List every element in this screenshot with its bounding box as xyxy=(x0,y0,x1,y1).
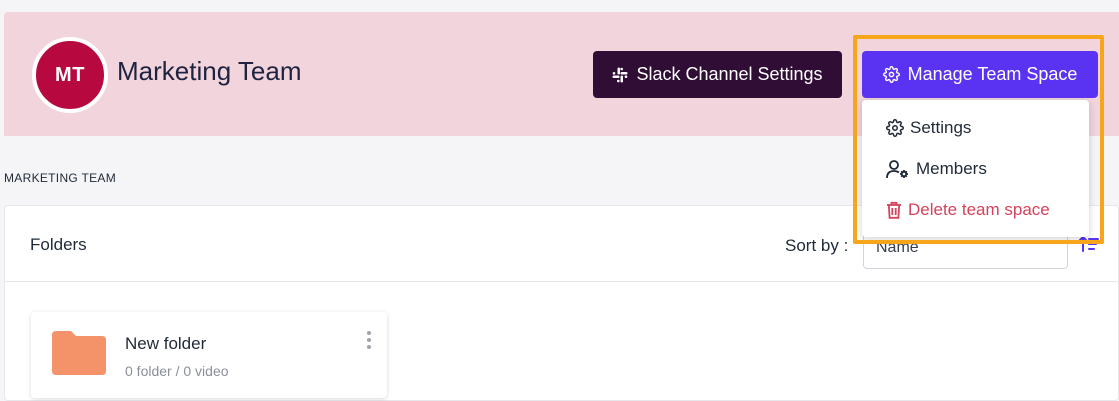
sort-select-value: Name xyxy=(876,239,919,256)
manage-team-space-menu: Settings Members Delete team space xyxy=(862,100,1089,237)
user-gear-icon xyxy=(886,160,908,179)
trash-icon xyxy=(887,201,901,219)
folder-name: New folder xyxy=(125,334,207,353)
menu-item-settings[interactable]: Settings xyxy=(886,118,971,138)
menu-item-label: Delete team space xyxy=(908,200,1050,219)
team-avatar: MT xyxy=(32,37,108,113)
sort-label: Sort by : xyxy=(785,236,849,255)
avatar-initials: MT xyxy=(55,63,85,86)
page-title: Marketing Team xyxy=(117,56,302,86)
folder-icon xyxy=(52,331,106,375)
slack-channel-settings-button[interactable]: Slack Channel Settings xyxy=(593,51,842,98)
menu-item-label: Settings xyxy=(910,118,972,137)
menu-item-members[interactable]: Members xyxy=(886,159,987,179)
manage-button-label: Manage Team Space xyxy=(907,64,1078,84)
manage-team-space-button[interactable]: Manage Team Space xyxy=(862,51,1098,98)
menu-item-label: Members xyxy=(916,159,987,178)
slack-icon xyxy=(612,67,628,82)
breadcrumb: MARKETING TEAM xyxy=(4,171,116,185)
gear-icon xyxy=(882,66,900,83)
gear-icon xyxy=(886,119,904,137)
folder-meta: 0 folder / 0 video xyxy=(125,363,229,379)
folder-card[interactable]: New folder 0 folder / 0 video xyxy=(31,312,387,398)
menu-item-delete-team-space[interactable]: Delete team space xyxy=(886,200,1050,220)
more-options-icon[interactable] xyxy=(362,329,376,351)
folders-title: Folders xyxy=(30,235,87,254)
slack-button-label: Slack Channel Settings xyxy=(636,64,823,84)
